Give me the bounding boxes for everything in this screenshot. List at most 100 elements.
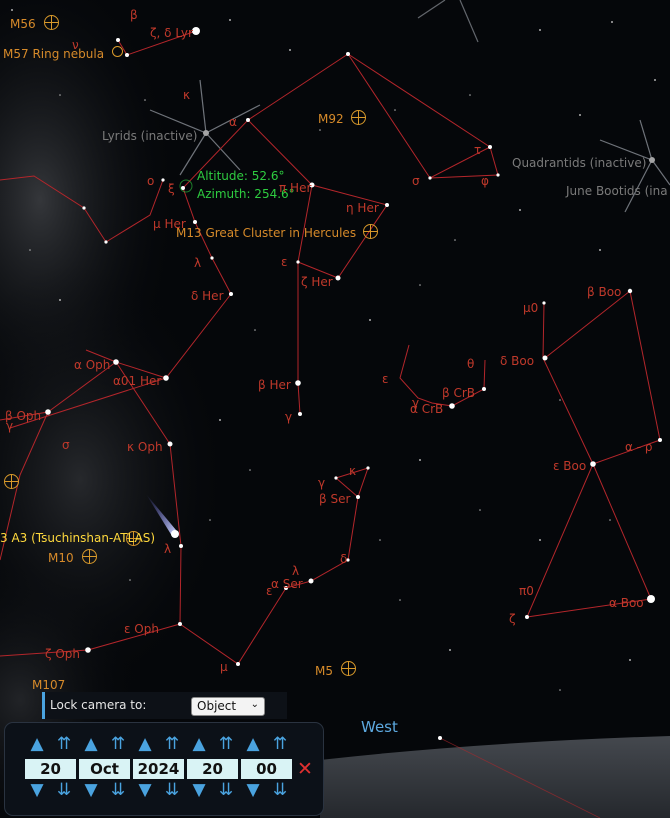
minute-up-button[interactable]: ▲ — [241, 735, 265, 753]
star-label[interactable]: ε — [266, 584, 273, 598]
m56-icon[interactable] — [44, 15, 59, 30]
star-label[interactable]: ο — [147, 174, 154, 188]
day-up-fast-button[interactable]: ⇈ — [52, 735, 76, 753]
star-label[interactable]: β Her — [258, 378, 291, 392]
star-label[interactable]: δ Her — [191, 289, 224, 303]
star-label[interactable]: μ Her — [153, 217, 186, 231]
star-label[interactable]: ε Oph — [124, 622, 159, 636]
close-icon[interactable]: ✕ — [297, 759, 313, 779]
star-label[interactable]: α — [229, 115, 237, 129]
star-label[interactable]: π Her — [279, 181, 311, 195]
star-label[interactable]: β — [130, 8, 138, 22]
year-down-fast-button[interactable]: ⇊ — [160, 781, 184, 799]
star-label[interactable]: λ — [164, 542, 171, 556]
year-field[interactable]: 2024 — [133, 759, 184, 779]
star-label[interactable]: ζ Oph — [45, 647, 80, 661]
star-label[interactable]: β Ser — [319, 492, 350, 506]
day-down-fast-button[interactable]: ⇊ — [52, 781, 76, 799]
star-label[interactable]: α CrB — [410, 402, 443, 416]
month-field[interactable]: Oct — [79, 759, 130, 779]
star-label[interactable]: μ0 — [523, 301, 538, 315]
month-up-fast-button[interactable]: ⇈ — [106, 735, 130, 753]
west-direction-label: West — [361, 718, 398, 736]
minute-up-fast-button[interactable]: ⇈ — [268, 735, 292, 753]
star-label[interactable]: α - ρ — [625, 440, 653, 454]
altitude-readout: Altitude: 52.6° — [197, 169, 285, 183]
star-label[interactable]: λ — [194, 256, 201, 270]
star-label[interactable]: τ — [474, 143, 481, 157]
star-label[interactable]: μ — [220, 660, 228, 674]
m92-icon[interactable] — [351, 110, 366, 125]
star-label[interactable]: θ — [467, 357, 474, 371]
day-up-button[interactable]: ▲ — [25, 735, 49, 753]
year-up-fast-button[interactable]: ⇈ — [160, 735, 184, 753]
selection-marker — [179, 179, 193, 193]
month-up-button[interactable]: ▲ — [79, 735, 103, 753]
star-label[interactable]: ζ, δ Lyr — [150, 26, 193, 40]
m10-icon[interactable] — [82, 549, 97, 564]
star-label[interactable]: ε Boo — [553, 459, 586, 473]
day-field[interactable]: 20 — [25, 759, 76, 779]
star-label[interactable]: π0 — [519, 584, 534, 598]
hour-down-button[interactable]: ▼ — [187, 781, 211, 799]
star-label[interactable]: δ Boo — [500, 354, 534, 368]
m57-icon[interactable] — [112, 46, 123, 57]
star-label[interactable]: κ — [183, 88, 190, 102]
star-label[interactable]: σ — [412, 174, 420, 188]
star-label[interactable]: α Boo — [609, 596, 644, 610]
star-label[interactable]: κ — [349, 464, 356, 478]
star-label[interactable]: ε — [281, 255, 288, 269]
star-label[interactable]: κ Oph — [127, 440, 163, 454]
month-down-fast-button[interactable]: ⇊ — [106, 781, 130, 799]
star-label[interactable]: β Boo — [587, 285, 621, 299]
star-label[interactable]: δ — [340, 552, 347, 566]
lock-camera-select[interactable]: Object ⌄ — [191, 697, 265, 716]
year-up-button[interactable]: ▲ — [133, 735, 157, 753]
date-time-panel: ▲ ⇈ ▼ ⇊ 20 ▲ ⇈ ▼ ⇊ Oct ▲ ⇈ ▼ ⇊ 2024 ▲ ⇈ … — [4, 722, 324, 816]
star-label[interactable]: ξ — [168, 182, 175, 196]
star-label[interactable]: α Oph — [74, 358, 110, 372]
star-label[interactable]: λ — [292, 564, 299, 578]
year-down-button[interactable]: ▼ — [133, 781, 157, 799]
m5-label[interactable]: M5 — [315, 664, 333, 678]
quadrantids-label[interactable]: Quadrantids (inactive) — [512, 156, 646, 170]
star-label[interactable]: ν — [72, 38, 79, 52]
chevron-down-icon: ⌄ — [250, 699, 259, 710]
m13-label[interactable]: M13 Great Cluster in Hercules — [176, 226, 356, 240]
hour-up-fast-button[interactable]: ⇈ — [214, 735, 238, 753]
star-label[interactable]: ζ Her — [301, 275, 333, 289]
lock-camera-panel: Lock camera to: Object ⌄ — [42, 692, 287, 719]
m56-label[interactable]: M56 — [10, 17, 36, 31]
m5-icon[interactable] — [341, 661, 356, 676]
horizon-ground — [320, 736, 670, 818]
month-down-button[interactable]: ▼ — [79, 781, 103, 799]
comet-label[interactable]: 3 A3 (Tsuchinshan-ATLAS) — [0, 531, 155, 545]
minute-field[interactable]: 00 — [241, 759, 292, 779]
star-label[interactable]: γ — [6, 419, 13, 433]
lock-camera-label: Lock camera to: — [50, 698, 147, 712]
m57-label[interactable]: M57 Ring nebula — [3, 47, 104, 61]
minute-down-button[interactable]: ▼ — [241, 781, 265, 799]
lyrids-label[interactable]: Lyrids (inactive) — [102, 129, 197, 143]
m10-label[interactable]: M10 — [48, 551, 74, 565]
star-label[interactable]: φ — [481, 174, 489, 188]
star-label[interactable]: γ — [285, 410, 292, 424]
star-label[interactable]: α Ser — [271, 577, 303, 591]
day-down-button[interactable]: ▼ — [25, 781, 49, 799]
star-label[interactable]: η Her — [346, 201, 379, 215]
star-label[interactable]: γ — [318, 476, 325, 490]
star-label[interactable]: ε — [382, 372, 389, 386]
june-bootids-label[interactable]: June Bootids (ina — [566, 184, 668, 198]
minute-down-fast-button[interactable]: ⇊ — [268, 781, 292, 799]
m107-icon[interactable] — [4, 474, 19, 489]
hour-field[interactable]: 20 — [187, 759, 238, 779]
m107-label[interactable]: M107 — [32, 678, 65, 692]
hour-up-button[interactable]: ▲ — [187, 735, 211, 753]
star-label[interactable]: β CrB — [442, 386, 475, 400]
m92-label[interactable]: M92 — [318, 112, 344, 126]
m13-icon[interactable] — [363, 224, 378, 239]
hour-down-fast-button[interactable]: ⇊ — [214, 781, 238, 799]
star-label[interactable]: σ — [62, 438, 70, 452]
star-label[interactable]: α01 Her — [113, 374, 161, 388]
star-label[interactable]: ζ — [509, 612, 516, 626]
